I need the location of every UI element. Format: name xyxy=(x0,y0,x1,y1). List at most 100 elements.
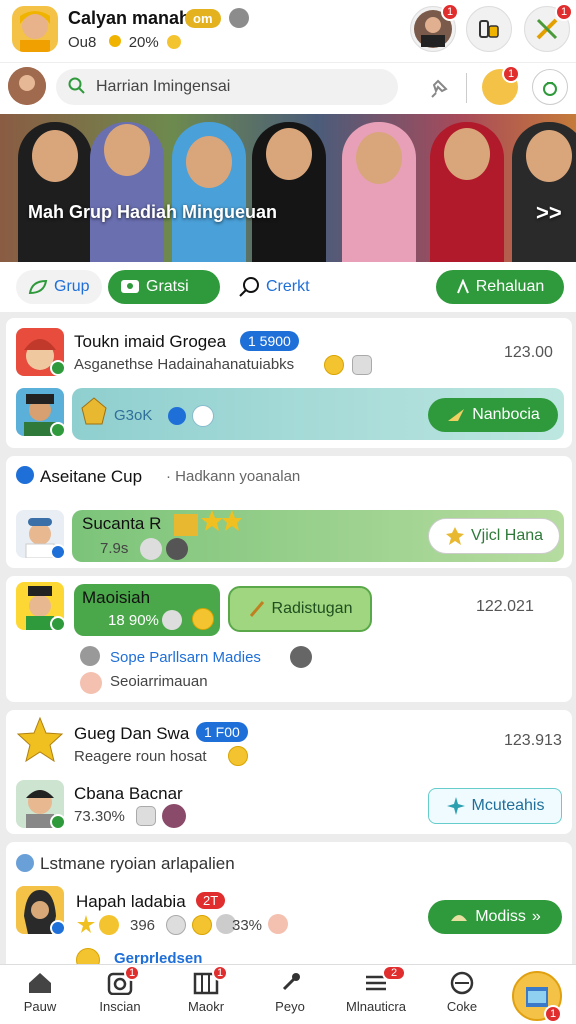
visit-button[interactable]: Vjicl Hana xyxy=(428,518,560,554)
share-icon[interactable] xyxy=(168,407,186,425)
search-row: Harrian Imingensai 1 xyxy=(0,62,576,114)
pause-icon[interactable] xyxy=(162,610,182,630)
tab-label: Crerkt xyxy=(266,278,310,295)
friend-avatar[interactable]: 1 xyxy=(482,65,520,105)
banner-face xyxy=(266,128,312,180)
grid-icon: 1 xyxy=(192,965,228,995)
nav-coke[interactable]: Coke xyxy=(426,971,498,1014)
lock-icon xyxy=(352,355,372,375)
home-icon xyxy=(26,971,54,995)
smile-icon xyxy=(228,746,248,766)
filter-tabs: Grup Gratsi Crerkt Rehaluan xyxy=(0,262,576,312)
member2-value: 73.30% xyxy=(74,808,125,825)
nav-profile[interactable]: 1 xyxy=(512,971,562,1023)
stat-value: 396 xyxy=(130,917,156,934)
globe-icon xyxy=(229,8,249,28)
group-score: 123.00 xyxy=(504,344,553,361)
banner-face xyxy=(186,136,232,188)
banner-title: Mah Grup Hadiah Mingueuan xyxy=(28,202,278,222)
banner-next-icon[interactable]: >> xyxy=(536,200,562,226)
section-title: Aseitane Cup xyxy=(40,467,143,486)
nav-mlnauticra[interactable]: 2 Mlnauticra xyxy=(334,965,418,1014)
nav-home[interactable]: Pauw xyxy=(4,971,76,1014)
stars-icon xyxy=(174,510,242,536)
download-icon[interactable] xyxy=(192,405,214,427)
bag-icon xyxy=(543,82,557,96)
tab-rehaluan[interactable]: Rehaluan xyxy=(436,270,564,304)
menu-notif-badge: 1 xyxy=(555,3,573,21)
button-label: Mcuteahis xyxy=(471,797,545,814)
group-card[interactable]: Toukn imaid Grogea 1 5900 Asganethse Had… xyxy=(6,318,572,448)
smile-icon xyxy=(192,608,214,630)
verified-badge xyxy=(50,544,66,560)
friend-notif-badge: 1 xyxy=(502,65,520,83)
group-name: Toukn imaid Grogea xyxy=(74,332,227,351)
group-description: Asganethse Hadainahanatuiabks xyxy=(74,356,295,373)
header-sub-text: Ou8 xyxy=(68,34,97,51)
small-avatar[interactable] xyxy=(8,67,46,105)
section-subtitle: · Hadkann yoanalan xyxy=(166,468,301,485)
cup-icon xyxy=(16,466,34,484)
wallet-button[interactable] xyxy=(466,6,512,52)
mcuteahis-button[interactable]: Mcuteahis xyxy=(428,788,562,824)
modiss-button[interactable]: Modiss » xyxy=(428,900,562,934)
section-title: Lstmane ryoian arlapalien xyxy=(40,854,235,873)
banner-face xyxy=(32,130,78,182)
add-badge xyxy=(50,814,66,830)
banner-face xyxy=(104,124,150,176)
user-avatar[interactable] xyxy=(12,6,58,52)
banner-face xyxy=(356,132,402,184)
swap-card[interactable]: Gueg Dan Swa 1 F00 Reagere roun hosat 12… xyxy=(6,710,572,834)
member-name: Maoisiah xyxy=(82,588,151,607)
reward-text: G3oK xyxy=(114,407,153,424)
smile-icon xyxy=(192,915,212,935)
nav-label: Inscian xyxy=(99,999,141,1014)
leaf-icon xyxy=(28,279,48,295)
globe-icon xyxy=(290,646,312,668)
brush-icon xyxy=(249,601,264,617)
search-icon xyxy=(239,277,259,297)
smile-icon xyxy=(166,35,181,49)
add-badge xyxy=(50,422,66,438)
tab-crerkt[interactable]: Crerkt xyxy=(226,270,326,304)
search-input[interactable]: Harrian Imingensai xyxy=(56,69,398,105)
lock-icon xyxy=(136,806,156,826)
promo-banner[interactable]: Mah Grup Hadiah Mingueuan >> xyxy=(0,114,576,262)
cup-card[interactable]: Aseitane Cup · Hadkann yoanalan Sucanta … xyxy=(6,456,572,568)
nanbocia-button[interactable]: Nanbocia xyxy=(428,398,558,432)
menu-button[interactable]: 1 xyxy=(524,3,573,52)
camera-icon: 1 xyxy=(106,965,140,996)
player-value: 7.9s xyxy=(100,540,129,557)
gift-button[interactable] xyxy=(532,69,568,105)
level-badge: 2T xyxy=(196,892,226,909)
send-icon xyxy=(448,409,465,421)
nav-badge: 1 xyxy=(212,965,228,981)
button-label: Modiss xyxy=(475,908,526,925)
sparkle-icon xyxy=(446,797,465,815)
swap-subtext: Reagere roun hosat xyxy=(74,748,207,765)
member-value: 18 90% xyxy=(108,612,159,629)
cup-icon xyxy=(16,854,34,872)
swap-badge: 1 F00 xyxy=(196,722,248,742)
nav-label: Coke xyxy=(446,999,478,1014)
list-icon: 2 xyxy=(362,965,406,995)
globe-icon xyxy=(166,538,188,560)
nav-maokr[interactable]: 1 Maokr xyxy=(170,965,242,1014)
profile-button[interactable]: 1 xyxy=(410,3,459,52)
tab-label: Gratsi xyxy=(146,278,189,295)
nav-peyo[interactable]: Peyo xyxy=(254,971,326,1014)
nav-inscian[interactable]: 1 Inscian xyxy=(84,965,156,1014)
treasure-icon xyxy=(81,397,107,425)
star-icon xyxy=(77,915,119,935)
pin-icon[interactable] xyxy=(428,75,454,101)
feed-card[interactable]: Lstmane ryoian arlapalien Hapah ladabia … xyxy=(6,842,572,972)
profile-notif-badge: 1 xyxy=(441,3,459,21)
divider xyxy=(466,73,467,103)
member-link[interactable]: Sope Parllsarn Madies xyxy=(110,649,261,666)
tab-gratsi[interactable]: Gratsi xyxy=(108,270,220,304)
radistugan-button[interactable]: Radistugan xyxy=(228,586,372,632)
nav-badge: 1 xyxy=(124,965,140,981)
tab-grup[interactable]: Grup xyxy=(16,270,102,304)
member-card[interactable]: Maoisiah 18 90% Radistugan 122.021 Sope … xyxy=(6,576,572,702)
button-label: Nanbocia xyxy=(472,406,540,423)
